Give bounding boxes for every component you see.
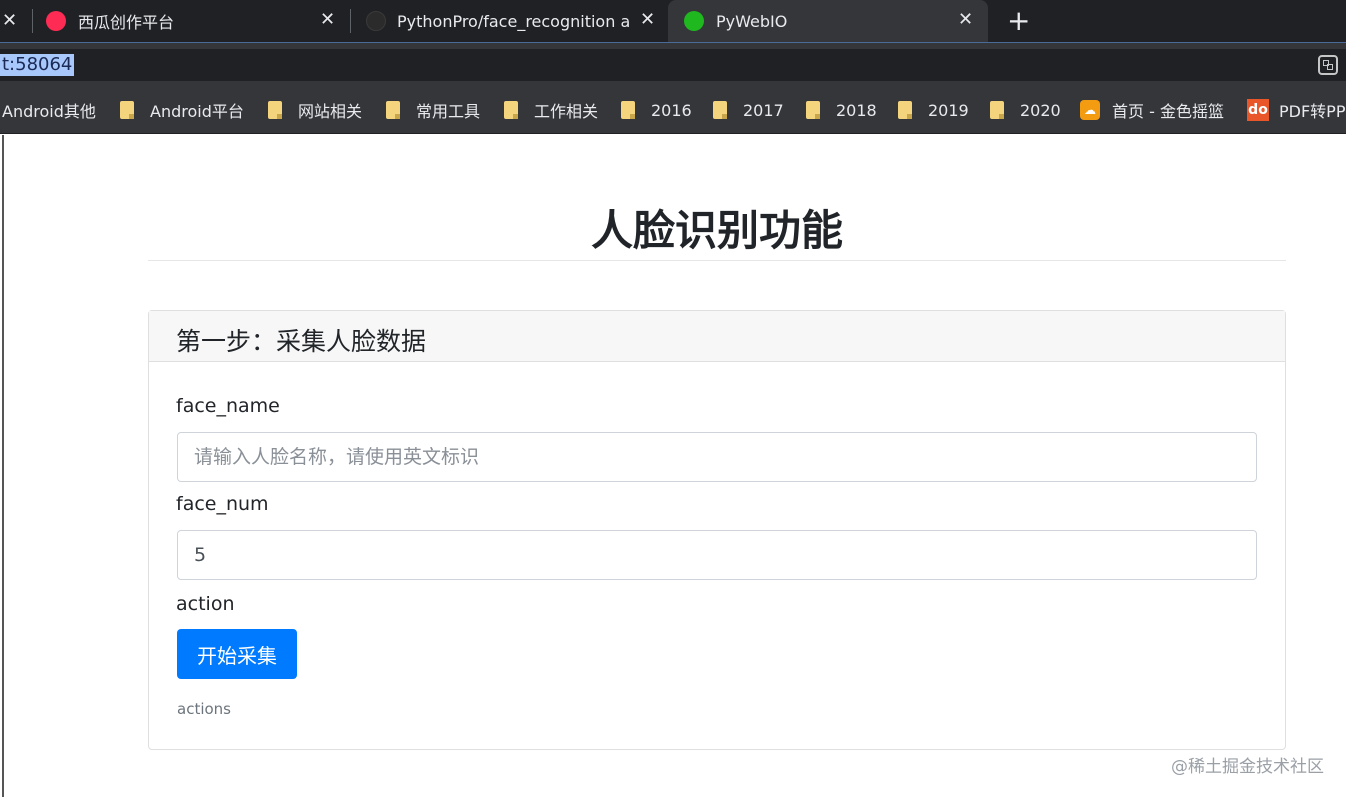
actions-help-text: actions [177,700,231,718]
bookmark-2016[interactable]: 2016 [621,99,692,121]
bookmark-android-platform[interactable]: Android平台 [120,99,244,121]
bookmark-label: Android平台 [150,102,244,121]
folder-icon [386,101,400,119]
url-text[interactable]: t:58064 [0,54,75,76]
new-tab-button[interactable]: + [1007,4,1030,37]
face-num-label: face_num [176,493,269,515]
card-header-title: 第一步：采集人脸数据 [176,327,427,356]
folder-icon [806,101,820,119]
omnibox[interactable]: t:58064 [0,49,1346,81]
close-icon[interactable]: ✕ [2,10,17,31]
close-icon[interactable]: ✕ [958,9,973,30]
bookmark-label: Android其他 [2,102,96,121]
xigua-logo-icon [46,11,66,31]
close-icon[interactable]: ✕ [320,9,335,30]
cloud-icon: ☁ [1080,100,1100,120]
bookmark-label: 2017 [743,100,784,120]
bookmark-2017[interactable]: 2017 [713,99,784,121]
title-divider [148,260,1286,261]
page-title: 人脸识别功能 [590,206,843,255]
bookmark-label: 2020 [1020,100,1061,120]
tab-title: PythonPro/face_recognition at [397,11,629,31]
folder-icon [268,101,282,119]
bookmark-label: 2019 [928,100,969,120]
tab-title: PyWebIO [716,11,788,31]
do-logo-icon: do [1247,99,1269,121]
face-name-input[interactable] [177,432,1257,482]
tab-separator [350,9,351,33]
bookmark-work[interactable]: 工作相关 [504,99,598,121]
bookmark-label: PDF转PP [1279,102,1346,121]
face-num-input[interactable] [177,530,1257,580]
face-name-label: face_name [176,395,280,417]
folder-icon [713,101,727,119]
bookmark-website[interactable]: 网站相关 [268,99,362,121]
tab-separator [32,9,33,33]
bookmark-2020[interactable]: 2020 [990,99,1061,121]
web-page: 人脸识别功能 第一步：采集人脸数据 face_name face_num act… [2,135,1346,797]
bookmark-2018[interactable]: 2018 [806,99,877,121]
tab-pywebio[interactable]: PyWebIO ✕ [668,0,988,42]
bookmark-label: 工作相关 [534,102,599,121]
action-label: action [176,593,235,615]
bookmark-pdf[interactable]: do PDF转PP [1247,99,1345,121]
bookmark-android-other[interactable]: Android其他 [2,99,96,121]
close-icon[interactable]: ✕ [640,9,655,30]
bookmarks-bar: Android其他 Android平台 网站相关 常用工具 工作相关 2016 … [0,86,1346,134]
bookmark-label: 2018 [836,100,877,120]
bookmark-label: 网站相关 [298,102,363,121]
folder-icon [990,101,1004,119]
folder-icon [120,101,134,119]
watermark: @稀土掘金技术社区 [1171,757,1324,777]
card-header: 第一步：采集人脸数据 [149,311,1285,362]
bookmark-2019[interactable]: 2019 [898,99,969,121]
github-logo-icon [366,11,386,31]
tab-strip: ✕ 西瓜创作平台 ✕ PythonPro/face_recognition at… [0,0,1346,42]
folder-icon [898,101,912,119]
bookmark-label: 2016 [651,100,692,120]
tab-github[interactable]: PythonPro/face_recognition at ✕ [354,0,666,42]
bookmark-jinse[interactable]: ☁ 首页 - 金色摇篮 [1080,99,1224,121]
tab-title: 西瓜创作平台 [78,13,175,32]
bookmark-tools[interactable]: 常用工具 [386,99,480,121]
collect-card: 第一步：采集人脸数据 face_name face_num action 开始采… [148,310,1286,750]
bookmark-label: 常用工具 [416,102,481,121]
address-bar: t:58064 [0,42,1346,86]
tab-xigua[interactable]: 西瓜创作平台 ✕ [36,0,346,42]
qr-code-icon[interactable] [1318,55,1338,75]
folder-icon [504,101,518,119]
pywebio-logo-icon [684,11,704,31]
folder-icon [621,101,635,119]
start-collect-button[interactable]: 开始采集 [177,629,297,679]
bookmark-label: 首页 - 金色摇篮 [1112,102,1224,121]
